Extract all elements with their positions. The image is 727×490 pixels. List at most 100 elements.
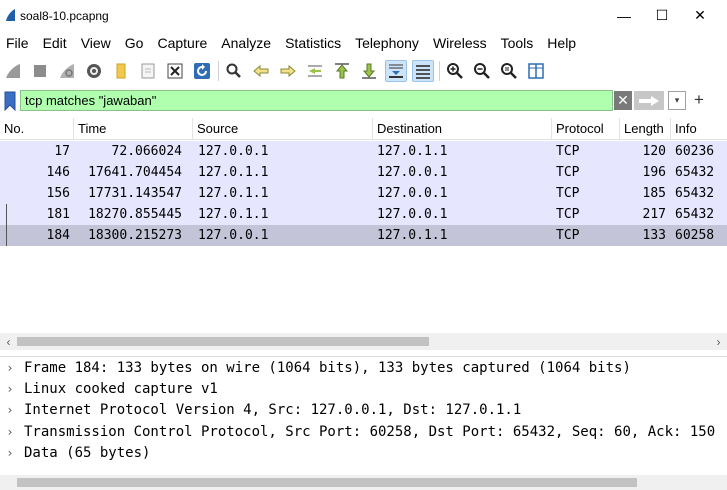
expand-chevron-icon[interactable]: › [4,422,16,443]
packet-length: 196 [642,165,666,180]
detail-row-frame[interactable]: › Frame 184: 133 bytes on wire (1064 bit… [0,358,727,379]
add-filter-button-icon[interactable]: + [690,89,708,111]
packet-time: 72.066024 [111,144,182,159]
column-header-destination[interactable]: Destination [373,118,552,140]
options-gear-icon[interactable] [83,60,105,82]
clear-filter-icon[interactable]: ✕ [614,91,632,110]
first-packet-icon[interactable] [331,60,353,82]
column-header-protocol[interactable]: Protocol [552,118,620,140]
menu-capture[interactable]: Capture [150,31,214,55]
packet-no: 146 [46,165,70,180]
apply-filter-icon[interactable] [634,91,664,110]
packet-list-hscrollbar[interactable]: ‹ › [0,333,727,350]
go-to-packet-icon[interactable] [304,60,326,82]
save-file-icon[interactable] [137,60,159,82]
display-filter-bar: ✕ ▾ + [0,89,727,112]
back-arrow-icon[interactable] [250,60,272,82]
detail-row-linux-cooked[interactable]: › Linux cooked capture v1 [0,379,727,400]
packet-no: 184 [46,228,70,243]
minimize-button[interactable]: — [605,0,643,31]
packet-length: 133 [642,228,666,243]
close-button[interactable]: ✕ [681,0,719,31]
packet-source: 127.0.1.1 [198,165,269,180]
detail-text: Linux cooked capture v1 [24,381,218,397]
last-packet-icon[interactable] [358,60,380,82]
display-filter-input[interactable] [20,90,613,111]
detail-row-ipv4[interactable]: › Internet Protocol Version 4, Src: 127.… [0,400,727,421]
packet-no: 181 [46,207,70,222]
column-header-no[interactable]: No. [0,118,74,140]
menu-analyze[interactable]: Analyze [214,31,278,55]
packet-info: 65432 [675,207,715,222]
expand-chevron-icon[interactable]: › [4,379,16,400]
detail-text: Internet Protocol Version 4, Src: 127.0.… [24,402,522,418]
packet-row[interactable]: 156 17731.143547 127.0.1.1 127.0.0.1 TCP… [0,183,727,204]
packet-info: 60236 [675,144,715,159]
find-icon[interactable] [223,60,245,82]
packet-length: 217 [642,207,666,222]
packet-row[interactable]: 17 72.066024 127.0.0.1 127.0.1.1 TCP 120… [0,141,727,162]
column-header-time[interactable]: Time [74,118,193,140]
detail-text: Data (65 bytes) [24,445,151,461]
zoom-in-icon[interactable] [444,60,466,82]
packet-list: 17 72.066024 127.0.0.1 127.0.1.1 TCP 120… [0,141,727,336]
packet-destination: 127.0.0.1 [377,186,448,201]
detail-row-data[interactable]: › Data (65 bytes) [0,443,727,464]
menu-telephony[interactable]: Telephony [348,31,426,55]
scroll-right-icon[interactable]: › [710,333,727,350]
close-file-icon[interactable] [164,60,186,82]
filter-history-dropdown[interactable]: ▾ [668,91,686,110]
menu-statistics[interactable]: Statistics [278,31,348,55]
toolbar-separator [218,60,219,81]
shark-fin-start-icon[interactable] [2,60,24,82]
packet-protocol: TCP [556,228,580,243]
menu-bar: File Edit View Go Capture Analyze Statis… [0,31,727,55]
menu-file[interactable]: File [0,31,36,55]
bookmark-icon[interactable] [2,91,18,111]
maximize-button[interactable]: ☐ [643,0,681,31]
packet-row[interactable]: 181 18270.855445 127.0.1.1 127.0.0.1 TCP… [0,204,727,225]
packet-source: 127.0.0.1 [198,228,269,243]
packet-no: 156 [46,186,70,201]
scroll-left-icon[interactable]: ‹ [0,333,17,350]
scroll-thumb[interactable] [17,478,637,487]
reload-icon[interactable] [191,60,213,82]
forward-arrow-icon[interactable] [277,60,299,82]
normal-size-icon[interactable] [498,60,520,82]
open-file-icon[interactable] [110,60,132,82]
packet-source: 127.0.0.1 [198,144,269,159]
packet-row[interactable]: 146 17641.704454 127.0.1.1 127.0.0.1 TCP… [0,162,727,183]
packet-protocol: TCP [556,207,580,222]
packet-info: 65432 [675,186,715,201]
packet-source: 127.0.1.1 [198,207,269,222]
packet-time: 17641.704454 [88,165,182,180]
column-header-source[interactable]: Source [193,118,373,140]
menu-edit[interactable]: Edit [36,31,74,55]
expand-chevron-icon[interactable]: › [4,400,16,421]
colorize-icon[interactable] [412,59,434,82]
details-hscrollbar[interactable] [0,475,727,490]
packet-row-selected[interactable]: 184 18300.215273 127.0.0.1 127.0.1.1 TCP… [0,225,727,246]
expand-chevron-icon[interactable]: › [4,443,16,464]
menu-help[interactable]: Help [540,31,583,55]
resize-columns-icon[interactable] [525,60,547,82]
menu-wireless[interactable]: Wireless [426,31,494,55]
packet-source: 127.0.1.1 [198,186,269,201]
detail-row-tcp[interactable]: › Transmission Control Protocol, Src Por… [0,422,727,443]
scroll-thumb[interactable] [17,337,429,346]
column-header-info[interactable]: Info [671,118,727,140]
packet-length: 120 [642,144,666,159]
title-bar: soal8-10.pcapng — ☐ ✕ [0,0,727,31]
column-header-length[interactable]: Length [620,118,671,140]
stop-icon[interactable] [29,60,51,82]
packet-no: 17 [54,144,70,159]
zoom-out-icon[interactable] [471,60,493,82]
packet-protocol: TCP [556,186,580,201]
menu-tools[interactable]: Tools [494,31,541,55]
autoscroll-icon[interactable] [385,59,407,82]
restart-icon[interactable] [56,60,78,82]
menu-go[interactable]: Go [118,31,151,55]
menu-view[interactable]: View [74,31,118,55]
expand-chevron-icon[interactable]: › [4,358,16,379]
packet-time: 18300.215273 [88,228,182,243]
